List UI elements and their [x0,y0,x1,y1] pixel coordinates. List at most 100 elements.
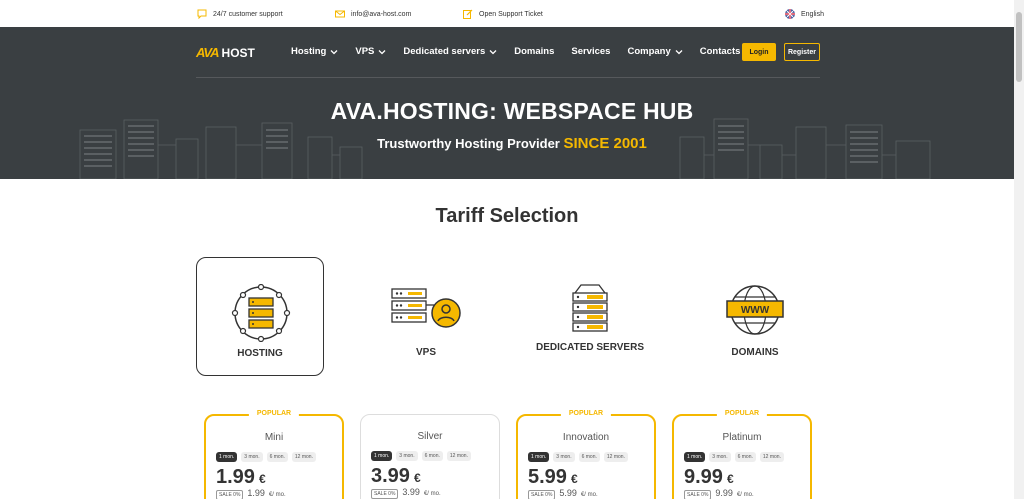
tariff-section-title: Tariff Selection [435,205,579,227]
logo-mark: AVA [196,45,220,60]
period-6-months[interactable]: 6 mon. [734,452,756,462]
nav-contacts[interactable]: Contacts [700,46,741,57]
period-1-month[interactable]: 1 mon. [371,451,393,461]
plan-card-silver[interactable]: Silver 1 mon. 3 mon. 6 mon. 12 mon. 3.99… [360,414,500,499]
tariff-vps[interactable]: VPS [362,257,490,376]
hero-title: AVA.HOSTING: WEBSPACE HUB [330,98,694,124]
sale-badge: SALE 0% [371,489,399,499]
per-month: €/ mo. [268,492,286,498]
period-12-months[interactable]: 12 mon. [291,452,316,462]
tariff-domains[interactable]: WWW DOMAINS [691,257,819,376]
period-selector: 1 mon. 3 mon. 6 mon. 12 mon. [684,452,784,462]
nav-hosting-label: Hosting [291,46,327,57]
period-selector: 1 mon. 3 mon. 6 mon. 12 mon. [528,452,628,462]
chevron-down-icon [489,49,497,54]
sale-badge: SALE 0% [216,490,244,499]
period-12-months[interactable]: 12 mon. [759,452,784,462]
svg-text:WWW: WWW [741,305,770,316]
language-switcher[interactable]: English [785,9,824,19]
chevron-down-icon [675,49,683,54]
nav-services[interactable]: Services [571,46,610,57]
page-scrollbar[interactable] [1014,0,1024,499]
chevron-down-icon [330,49,338,54]
period-selector: 1 mon. 3 mon. 6 mon. 12 mon. [216,452,316,462]
per-month: €/ mo. [580,492,598,498]
hero-subtitle: Trustworthy Hosting Provider SINCE 2001 [0,135,1024,152]
nav-dedicated-label: Dedicated servers [403,46,486,57]
sale-line: SALE 0% 5.99 €/ mo. [528,488,598,499]
sale-badge: SALE 0% [528,490,556,499]
price-value: 5.99 [528,466,567,488]
period-selector: 1 mon. 3 mon. 6 mon. 12 mon. [371,451,471,461]
nav-contacts-label: Contacts [699,46,741,57]
price-value: 1.99 [216,466,255,488]
header-divider [196,77,820,78]
nav-vps-label: VPS [355,46,375,57]
nav-company[interactable]: Company [627,46,683,57]
support-item[interactable]: 24/7 customer support [197,9,283,19]
plan-name: Mini [264,432,284,443]
price-value: 3.99 [371,465,410,487]
email-text: info@ava-host.com [351,10,412,18]
sale-badge: SALE 0% [684,490,712,499]
edit-icon [463,9,473,19]
period-3-months[interactable]: 3 mon. [396,451,418,461]
plan-card-innovation[interactable]: POPULAR Innovation 1 mon. 3 mon. 6 mon. … [516,410,656,499]
vps-icon [391,288,461,328]
plan-price: 1.99 € [216,466,266,489]
period-3-months[interactable]: 3 mon. [241,452,263,462]
plan-card-mini[interactable]: POPULAR Mini 1 mon. 3 mon. 6 mon. 12 mon… [204,410,344,499]
period-1-month[interactable]: 1 mon. [684,452,706,462]
nav-domains-label: Domains [514,46,555,57]
support-text: 24/7 customer support [213,10,283,18]
chat-icon [197,9,207,19]
per-month: €/ mo. [423,491,441,497]
period-3-months[interactable]: 3 mon. [709,452,731,462]
popular-badge: POPULAR [248,410,300,417]
sale-price: 1.99 [247,488,265,498]
nav-dedicated-servers[interactable]: Dedicated servers [403,46,497,57]
nav-vps[interactable]: VPS [355,46,386,57]
period-1-month[interactable]: 1 mon. [528,452,550,462]
nav-domains[interactable]: Domains [514,46,554,57]
domains-icon: WWW [726,285,784,335]
uk-flag-icon [785,9,795,19]
period-6-months[interactable]: 6 mon. [266,452,288,462]
price-currency: € [413,471,421,485]
topbar: 24/7 customer support info@ava-host.com … [0,0,1024,27]
tariff-hosting-label: HOSTING [237,348,283,359]
period-1-month[interactable]: 1 mon. [216,452,238,462]
email-item[interactable]: info@ava-host.com [335,9,411,19]
tariff-dedicated-servers[interactable]: DEDICATED SERVERS [526,257,654,376]
logo[interactable]: AVA HOST [196,45,255,60]
period-6-months[interactable]: 6 mon. [421,451,443,461]
period-6-months[interactable]: 6 mon. [578,452,600,462]
period-12-months[interactable]: 12 mon. [603,452,628,462]
ticket-item[interactable]: Open Support Ticket [463,9,543,19]
price-currency: € [258,472,266,486]
price-currency: € [726,472,734,486]
plan-price: 3.99 € [371,465,421,488]
site-header: AVA HOST Hosting VPS Dedicated servers D… [0,27,1024,179]
language-label: English [801,10,824,18]
plan-card-platinum[interactable]: POPULAR Platinum 1 mon. 3 mon. 6 mon. 12… [672,410,812,499]
chevron-down-icon [378,49,386,54]
tariff-vps-label: VPS [415,347,436,358]
plan-price: 5.99 € [528,466,578,489]
period-12-months[interactable]: 12 mon. [446,451,471,461]
dedicated-servers-icon [572,284,608,332]
scrollbar-thumb[interactable] [1016,12,1022,82]
nav-hosting[interactable]: Hosting [291,46,338,57]
register-button[interactable]: Register [784,43,820,61]
price-value: 9.99 [684,466,723,488]
logo-text: HOST [221,45,255,60]
ticket-text: Open Support Ticket [479,10,543,18]
tariff-hosting[interactable]: HOSTING [196,257,324,376]
login-button[interactable]: Login [742,43,776,61]
plan-price: 9.99 € [684,466,734,489]
period-3-months[interactable]: 3 mon. [553,452,575,462]
sale-price: 5.99 [559,488,577,498]
plan-name: Silver [417,431,443,442]
hero-subtitle-accent: SINCE 2001 [563,135,647,152]
plan-name: Platinum [722,432,762,443]
